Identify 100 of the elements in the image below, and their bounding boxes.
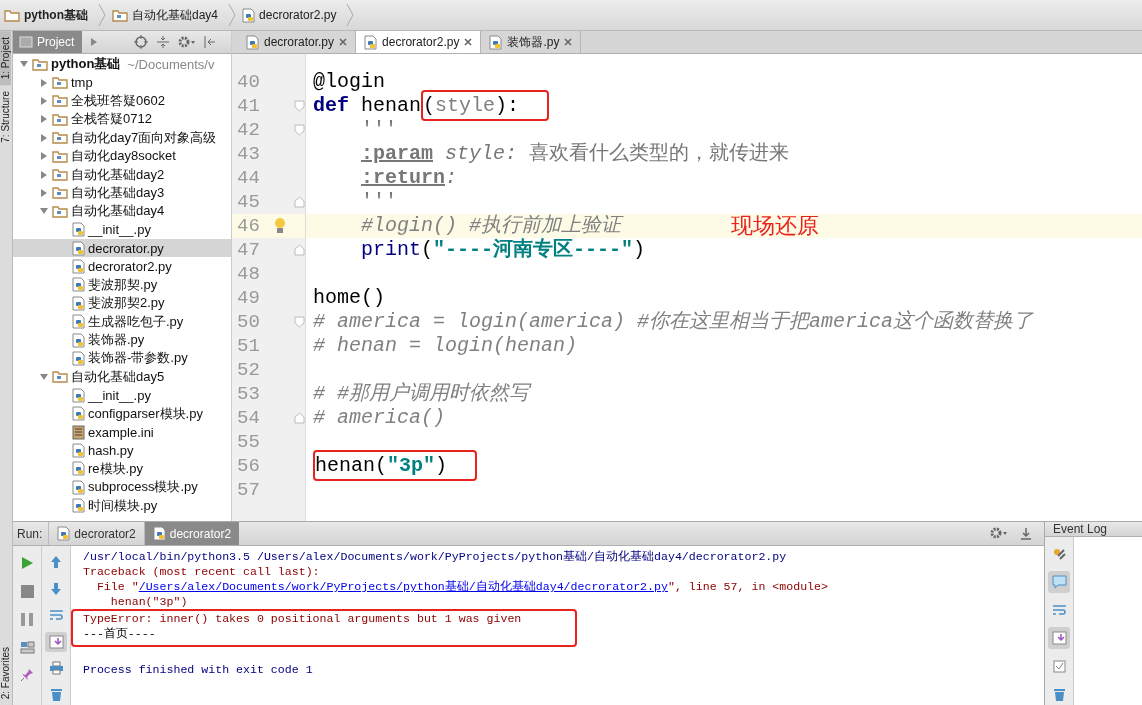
tree-item[interactable]: re模块.py xyxy=(13,459,231,478)
tree-item[interactable]: 时间模块.py xyxy=(13,496,231,515)
code-line: # america = login(america) #你在这里相当于把america这个函数替换了 xyxy=(313,310,1034,334)
item-label: 时间模块.py xyxy=(88,496,158,515)
folder-icon xyxy=(32,57,48,71)
code-line: :param style: 喜欢看什么类型的，就传进来 xyxy=(361,142,790,166)
item-label: 装饰器.py xyxy=(88,331,145,350)
tree-item[interactable]: 全栈班答疑0602 xyxy=(13,91,231,111)
caret-icon[interactable] xyxy=(39,371,49,382)
python-file-icon xyxy=(489,34,503,50)
line-number: 44 xyxy=(237,167,260,189)
fold-marker-icon[interactable] xyxy=(294,244,305,256)
settings-icon[interactable] xyxy=(178,36,197,48)
editor-tab[interactable]: 装饰器.py xyxy=(481,31,582,53)
tree-item[interactable]: hash.py xyxy=(13,441,231,460)
breadcrumb[interactable]: 自动化基础day4 xyxy=(110,6,229,24)
breadcrumb[interactable]: decrorator2.py xyxy=(240,7,347,23)
python-file-icon xyxy=(364,34,378,50)
fold-marker-icon[interactable] xyxy=(294,316,305,328)
tree-item[interactable]: 斐波那契.py xyxy=(13,275,231,295)
item-label: 自动化基础day5 xyxy=(71,367,165,386)
pin-icon xyxy=(20,668,34,682)
tree-item[interactable]: 自动化day7面向对象高级 xyxy=(13,128,231,147)
console-line: henan("3p") xyxy=(109,594,189,609)
python-file-icon xyxy=(72,259,85,274)
tree-item[interactable]: decrorator.py xyxy=(13,238,231,258)
line-number: 41 xyxy=(237,95,260,117)
tree-item[interactable]: 斐波那契2.py xyxy=(13,294,231,313)
tree-item[interactable]: 生成器吃包子.py xyxy=(13,312,231,331)
python-icon xyxy=(152,526,166,541)
crosshair-icon[interactable] xyxy=(134,35,149,49)
code-line: home() xyxy=(313,286,385,310)
caret-icon[interactable] xyxy=(39,77,49,88)
item-label: 斐波那契.py xyxy=(88,275,158,294)
pin-left-icon[interactable] xyxy=(204,35,217,49)
tree-item[interactable]: 自动化基础day4 xyxy=(13,202,231,221)
close-icon[interactable] xyxy=(464,38,473,46)
caret-icon[interactable] xyxy=(39,132,49,143)
code-line: ''' xyxy=(361,118,397,142)
lightbulb-icon[interactable] xyxy=(274,217,286,235)
fold-marker-icon[interactable] xyxy=(294,196,305,208)
tree-item[interactable]: tmp xyxy=(13,73,231,92)
editor-tab[interactable]: decrorator2.py xyxy=(356,31,482,53)
fold-marker-icon[interactable] xyxy=(294,412,305,424)
tree-item[interactable]: configparser模块.py xyxy=(13,404,231,423)
python-file-icon xyxy=(242,7,256,23)
download-icon[interactable] xyxy=(1020,526,1032,541)
breadcrumb[interactable]: python基础 xyxy=(2,6,98,24)
tree-item[interactable]: decrorator2.py xyxy=(13,257,231,276)
line-number: 54 xyxy=(237,407,260,429)
item-label: decrorator2.py xyxy=(88,259,172,274)
code-line: # america() xyxy=(313,406,446,430)
settings-icon[interactable] xyxy=(990,526,1008,539)
line-number: 55 xyxy=(237,431,260,453)
side-tab[interactable]: 7: Structure xyxy=(0,85,11,149)
tree-item[interactable]: __init__.py xyxy=(13,386,231,405)
python-icon xyxy=(57,526,71,541)
caret-icon[interactable] xyxy=(39,187,49,198)
caret-icon[interactable] xyxy=(39,151,49,162)
python-file-icon xyxy=(72,332,85,348)
python-file-icon xyxy=(72,498,85,514)
python-file-icon xyxy=(72,442,85,458)
tree-item[interactable]: __init__.py xyxy=(13,220,231,239)
item-label: __init__.py xyxy=(88,222,151,238)
python-file-icon xyxy=(72,387,85,403)
tree-item[interactable]: 装饰器.py xyxy=(13,330,231,350)
tree-item[interactable]: 自动化基础day2 xyxy=(13,165,231,184)
close-icon[interactable] xyxy=(564,38,573,46)
fold-marker-icon[interactable] xyxy=(294,124,305,136)
side-tab[interactable]: 2: Favorites xyxy=(0,640,11,705)
run-icon xyxy=(20,556,34,570)
tree-item[interactable]: subprocess模块.py xyxy=(13,478,231,497)
tree-item[interactable]: python基础 ~/Documents/v xyxy=(13,55,231,74)
item-label: 斐波那契2.py xyxy=(88,294,165,313)
scroll-to-end-icon xyxy=(1051,631,1067,645)
folder-icon xyxy=(52,370,68,384)
scroll-to-end-button[interactable] xyxy=(45,631,67,652)
arrow-up-icon xyxy=(50,555,62,570)
tree-item[interactable]: example.ini xyxy=(13,422,231,442)
fold-marker-icon[interactable] xyxy=(294,100,305,112)
tree-item[interactable]: 装饰器-带参数.py xyxy=(13,349,231,368)
play-icon[interactable] xyxy=(90,37,99,47)
item-label: decrorator.py xyxy=(88,240,164,256)
side-tab[interactable]: 1: Project xyxy=(0,31,11,86)
tree-item[interactable]: 全栈答疑0712 xyxy=(13,110,231,129)
item-label: 装饰器-带参数.py xyxy=(88,349,188,368)
caret-icon[interactable] xyxy=(39,169,49,180)
console-line: ---首页---- xyxy=(83,626,157,641)
tree-item[interactable]: 自动化基础day5 xyxy=(13,367,231,387)
tree-item[interactable]: 自动化基础day3 xyxy=(13,183,231,203)
tree-item[interactable]: 自动化day8socket xyxy=(13,146,231,166)
editor-tab[interactable]: decrorator.py xyxy=(238,31,357,53)
close-icon[interactable] xyxy=(339,38,348,46)
collapse-icon[interactable] xyxy=(156,35,171,49)
caret-icon[interactable] xyxy=(39,95,49,106)
item-label: 生成器吃包子.py xyxy=(88,312,184,331)
caret-icon[interactable] xyxy=(39,114,49,125)
trash-icon xyxy=(49,687,63,703)
run-tab[interactable]: decrorator2 xyxy=(48,522,144,545)
scroll-to-end-button[interactable] xyxy=(1048,627,1070,649)
